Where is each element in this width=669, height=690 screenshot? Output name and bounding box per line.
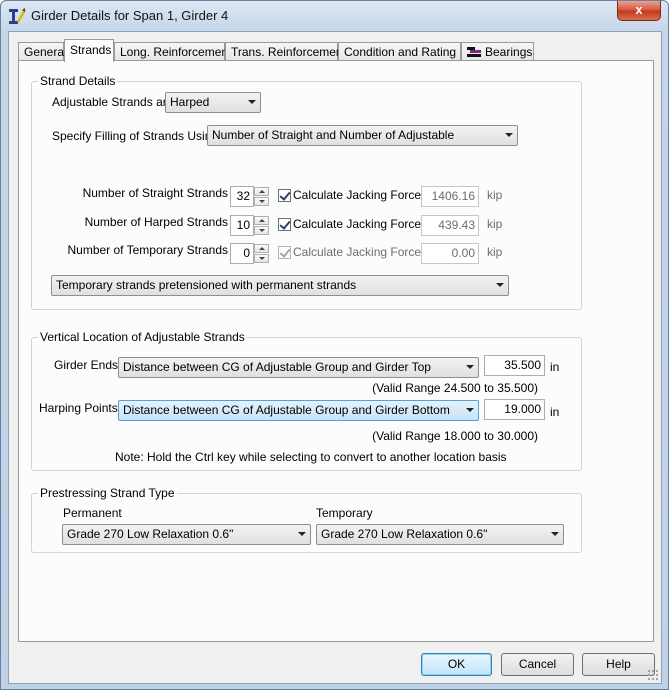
- girder-ends-label: Girder Ends:: [54, 358, 122, 372]
- tab-general[interactable]: General: [18, 42, 67, 62]
- harping-points-input[interactable]: 19.000: [484, 399, 545, 420]
- group-title: Prestressing Strand Type: [38, 486, 177, 500]
- temporary-jacking-checkbox[interactable]: [278, 246, 291, 259]
- tab-label: Condition and Rating: [344, 45, 457, 59]
- temporary-strands-label: Number of Temporary Strands: [67, 243, 228, 257]
- harped-strands-label: Number of Harped Strands: [84, 215, 228, 229]
- girder-ends-range: (Valid Range 24.500 to 35.500): [372, 381, 538, 395]
- window-title: Girder Details for Span 1, Girder 4: [31, 8, 229, 23]
- chevron-down-icon: [466, 365, 474, 369]
- title-bar[interactable]: Girder Details for Span 1, Girder 4 x: [1, 1, 668, 31]
- resize-grip-icon[interactable]: [647, 669, 659, 681]
- temporary-label: Temporary: [316, 506, 373, 520]
- spin-up-icon[interactable]: [254, 187, 269, 196]
- group-title: Vertical Location of Adjustable Strands: [38, 330, 247, 344]
- tab-label: Strands: [70, 43, 112, 57]
- harped-jacking-checkbox[interactable]: [278, 218, 291, 231]
- permanent-strand-select[interactable]: Grade 270 Low Relaxation 0.6": [62, 524, 311, 545]
- straight-strands-spinner[interactable]: [254, 187, 269, 206]
- group-title: Strand Details: [38, 74, 118, 88]
- harping-points-unit: in: [550, 405, 560, 419]
- help-button[interactable]: Help: [582, 653, 655, 676]
- straight-strands-label: Number of Straight Strands: [82, 186, 228, 200]
- chevron-down-icon: [248, 100, 256, 104]
- temporary-strands-input[interactable]: 0: [230, 243, 254, 264]
- combo-value: Grade 270 Low Relaxation 0.6": [321, 527, 488, 541]
- chevron-down-icon: [551, 532, 559, 536]
- tab-label: Long. Reinforcement: [120, 45, 232, 59]
- strands-tab-panel: Strand Details Adjustable Strands are Ha…: [18, 60, 654, 642]
- filling-label: Specify Filling of Strands Using: [52, 129, 219, 143]
- filling-method-select[interactable]: Number of Straight and Number of Adjusta…: [207, 125, 518, 146]
- permanent-label: Permanent: [63, 506, 122, 520]
- dialog-window: Girder Details for Span 1, Girder 4 x Ge…: [0, 0, 669, 690]
- straight-strands-input[interactable]: 32: [230, 186, 254, 207]
- tab-strands[interactable]: Strands: [64, 39, 114, 62]
- strand-type-group: Prestressing Strand Type Permanent Grade…: [31, 486, 582, 553]
- harped-strands-spinner[interactable]: [254, 216, 269, 235]
- tab-label: Bearings: [485, 45, 533, 59]
- dialog-client: General Strands Long. Reinforcement Tran…: [8, 31, 662, 684]
- tab-label: General: [24, 45, 67, 59]
- combo-value: Number of Straight and Number of Adjusta…: [212, 128, 455, 142]
- ctrl-key-note: Note: Hold the Ctrl key while selecting …: [115, 450, 507, 464]
- spin-down-icon[interactable]: [254, 197, 269, 206]
- harped-jacking-label: Calculate Jacking Force: [293, 217, 422, 231]
- chevron-down-icon: [496, 283, 504, 287]
- temporary-jacking-force-field[interactable]: 0.00: [421, 243, 479, 264]
- straight-jacking-label: Calculate Jacking Force: [293, 188, 422, 202]
- adjustable-strands-label: Adjustable Strands are: [52, 95, 174, 109]
- harped-jacking-force-field[interactable]: 439.43: [421, 215, 479, 236]
- strand-details-group: Strand Details Adjustable Strands are Ha…: [31, 74, 582, 310]
- combo-value: Grade 270 Low Relaxation 0.6": [67, 527, 234, 541]
- temporary-strand-select[interactable]: Grade 270 Low Relaxation 0.6": [316, 524, 564, 545]
- ok-button[interactable]: OK: [421, 653, 492, 676]
- cancel-button[interactable]: Cancel: [501, 653, 574, 676]
- girder-ends-input[interactable]: 35.500: [484, 355, 545, 376]
- temporary-strands-spinner[interactable]: [254, 244, 269, 263]
- harped-strands-input[interactable]: 10: [230, 215, 254, 236]
- harping-points-select[interactable]: Distance between CG of Adjustable Group …: [118, 400, 479, 421]
- straight-force-unit: kip: [487, 188, 503, 202]
- combo-value: Harped: [170, 95, 210, 109]
- spin-down-icon[interactable]: [254, 226, 269, 235]
- spin-up-icon[interactable]: [254, 216, 269, 225]
- combo-value: Temporary strands pretensioned with perm…: [56, 278, 357, 292]
- harping-points-range: (Valid Range 18.000 to 30.000): [372, 429, 538, 443]
- tab-trans-reinforcement[interactable]: Trans. Reinforcement: [225, 42, 346, 62]
- straight-jacking-force-field[interactable]: 1406.16: [421, 186, 479, 207]
- combo-value: Distance between CG of Adjustable Group …: [123, 360, 431, 374]
- app-icon: [9, 8, 26, 24]
- temporary-jacking-label: Calculate Jacking Force: [293, 245, 422, 259]
- harping-points-label: Harping Points:: [39, 401, 122, 415]
- spin-down-icon[interactable]: [254, 254, 269, 263]
- bearing-icon: [467, 47, 481, 57]
- girder-ends-unit: in: [550, 360, 560, 374]
- adjustable-strands-select[interactable]: Harped: [165, 92, 261, 113]
- chevron-down-icon: [505, 133, 513, 137]
- chevron-down-icon: [466, 408, 474, 412]
- straight-jacking-checkbox[interactable]: [278, 189, 291, 202]
- harped-force-unit: kip: [487, 217, 503, 231]
- vertical-location-group: Vertical Location of Adjustable Strands …: [31, 330, 582, 471]
- temporary-force-unit: kip: [487, 245, 503, 259]
- chevron-down-icon: [298, 532, 306, 536]
- girder-ends-select[interactable]: Distance between CG of Adjustable Group …: [118, 357, 479, 378]
- combo-value: Distance between CG of Adjustable Group …: [123, 403, 450, 417]
- tab-long-reinforcement[interactable]: Long. Reinforcement: [114, 42, 231, 62]
- tab-condition-rating[interactable]: Condition and Rating: [338, 42, 461, 62]
- spin-up-icon[interactable]: [254, 244, 269, 253]
- tab-bearings[interactable]: Bearings: [461, 42, 534, 62]
- temporary-strand-option-select[interactable]: Temporary strands pretensioned with perm…: [51, 275, 509, 296]
- tab-label: Trans. Reinforcement: [231, 45, 346, 59]
- close-button[interactable]: x: [617, 1, 661, 21]
